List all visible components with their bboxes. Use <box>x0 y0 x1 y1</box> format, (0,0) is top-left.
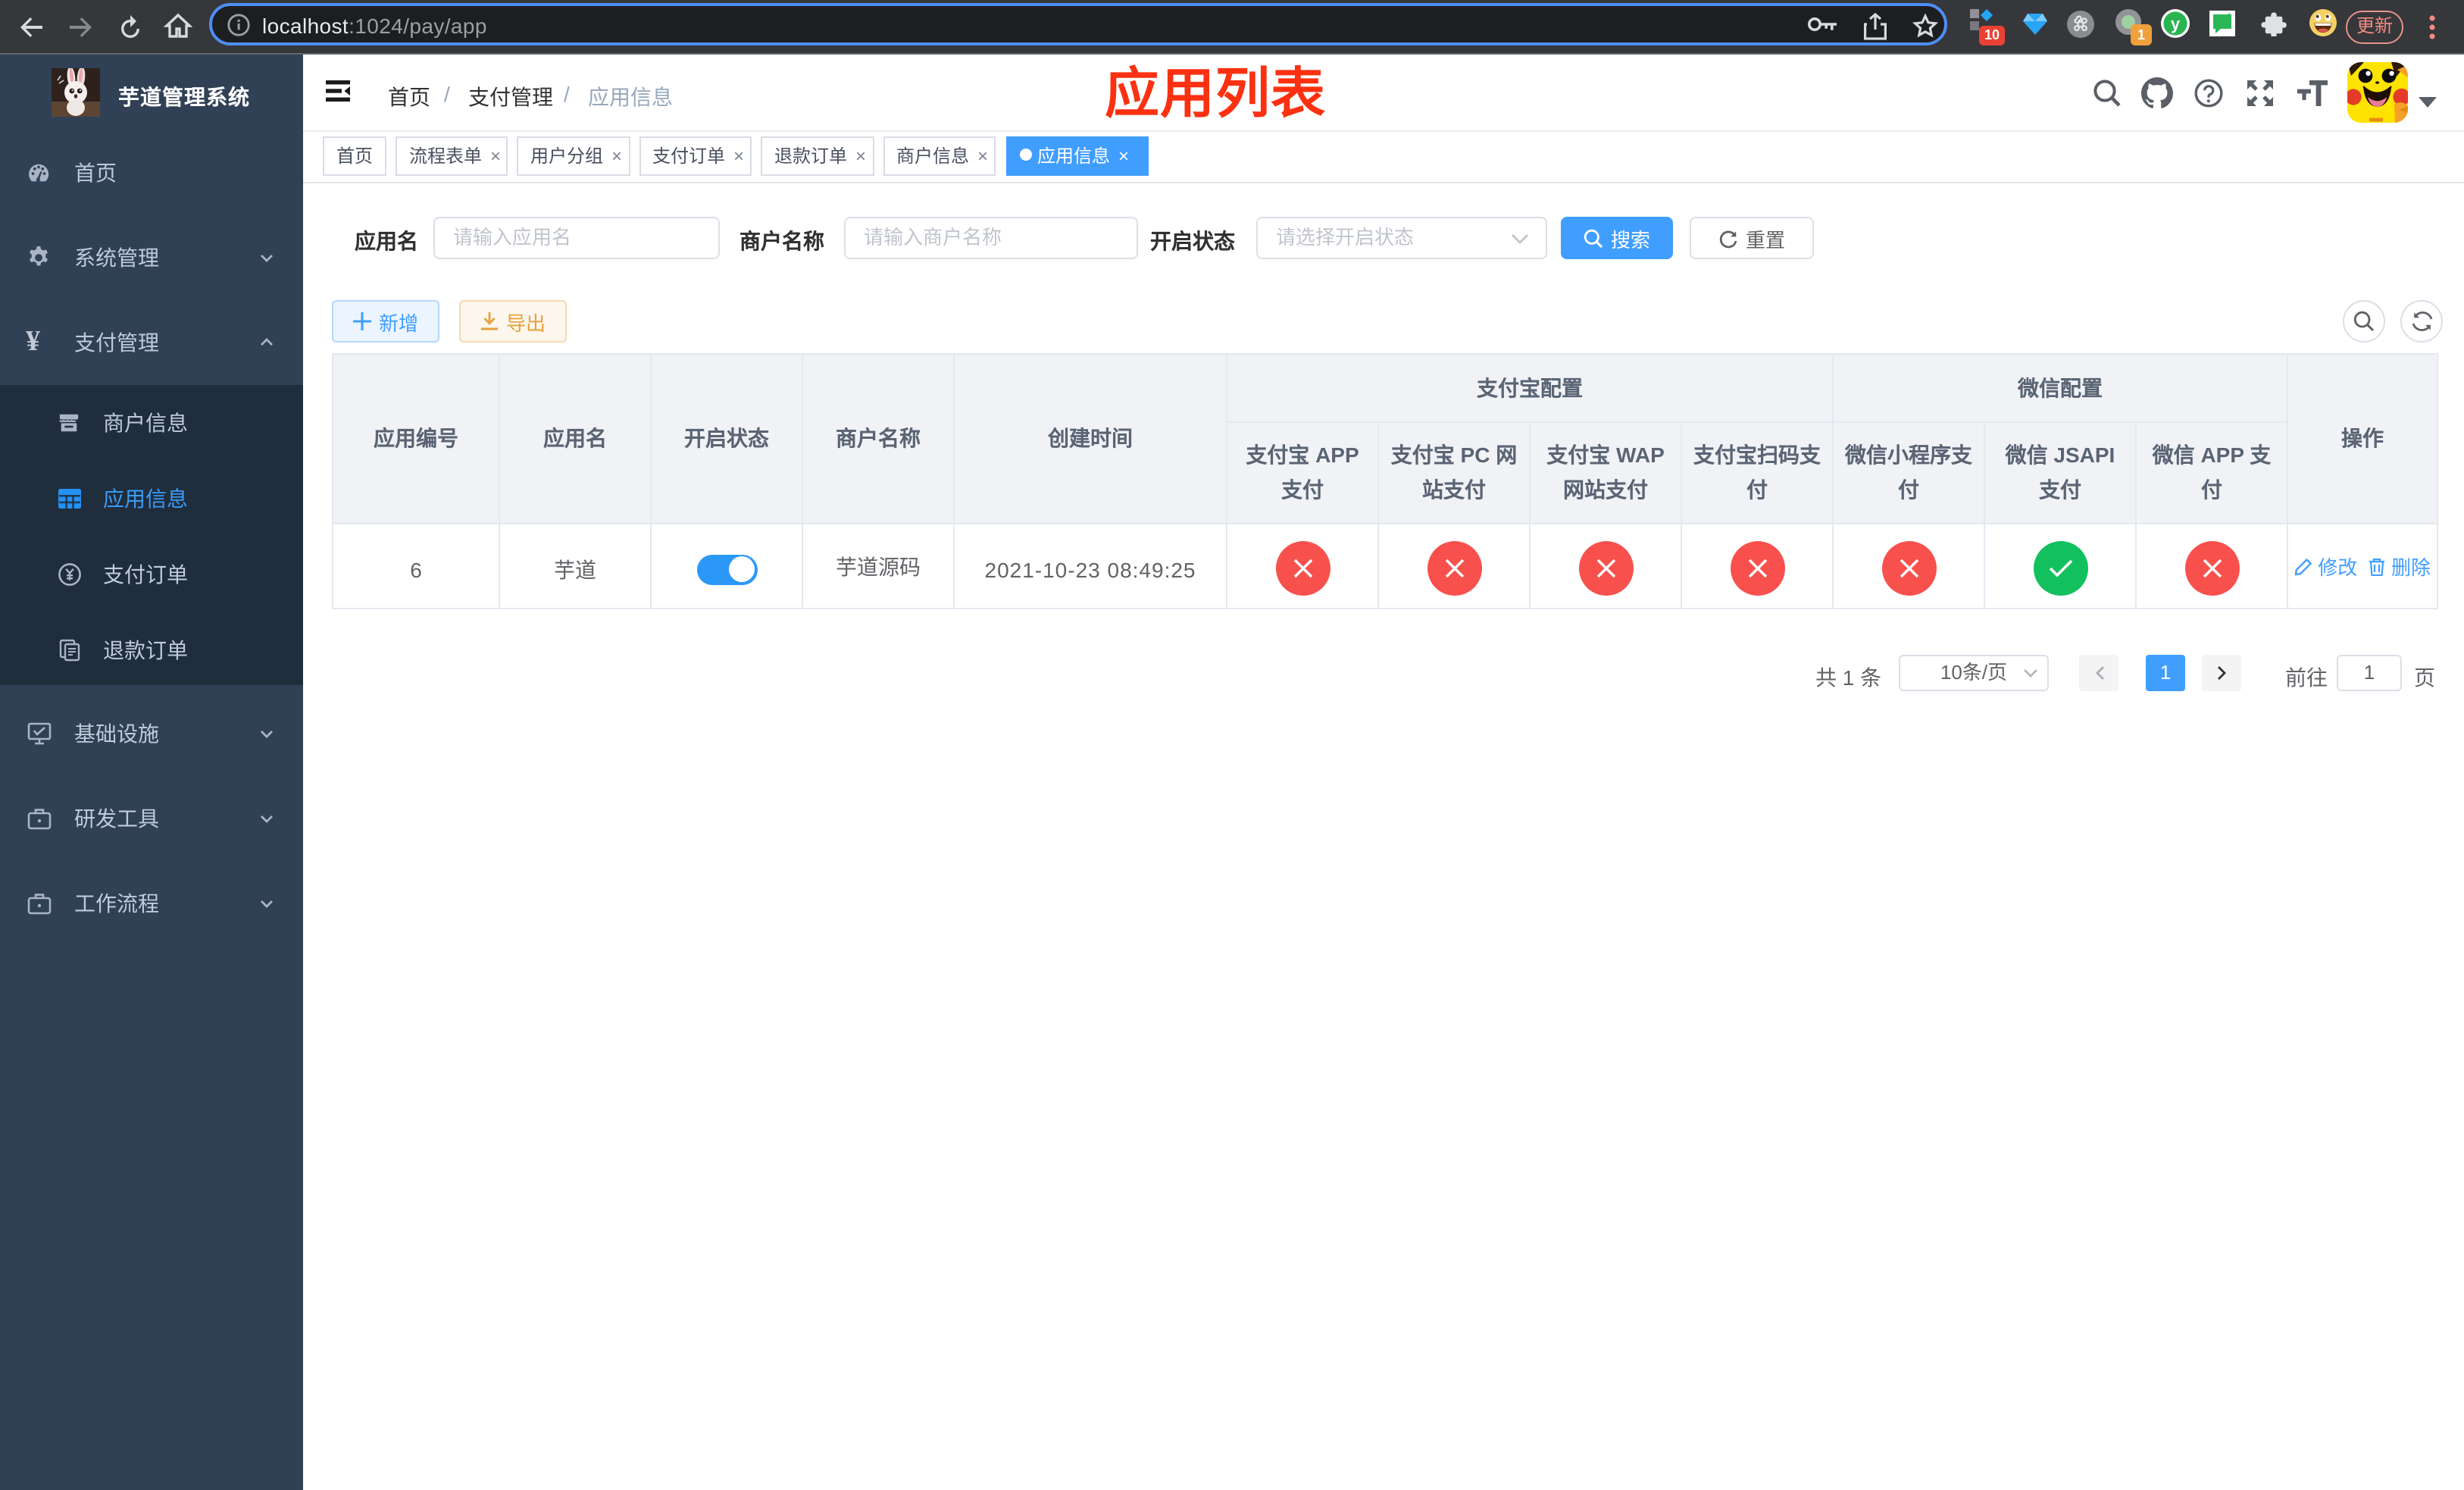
svg-text:y: y <box>2171 14 2181 33</box>
